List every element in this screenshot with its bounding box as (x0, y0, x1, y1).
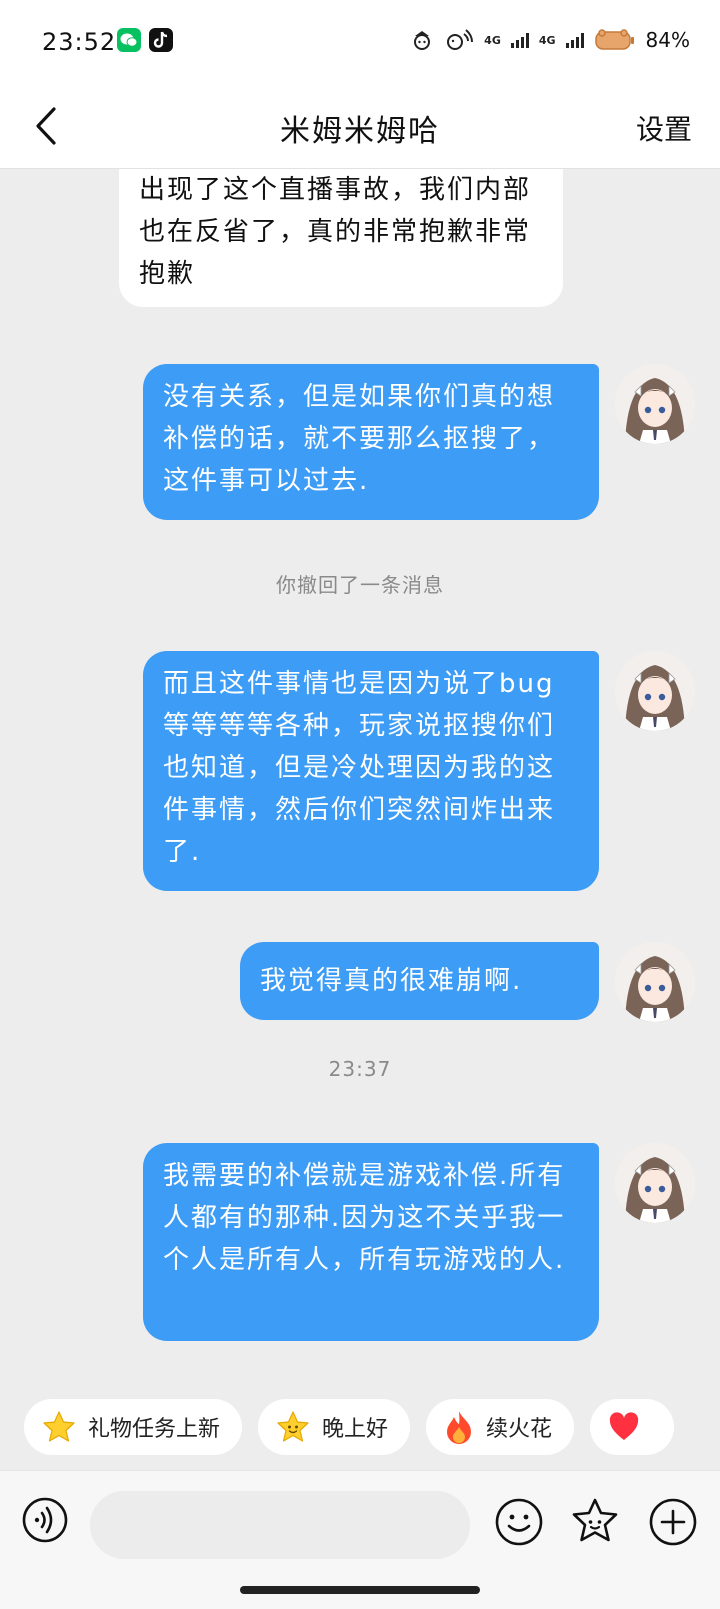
avatar-image (615, 364, 695, 444)
timestamp: 23:37 (328, 1057, 392, 1081)
fire-icon (447, 1411, 472, 1444)
avatar[interactable] (615, 942, 695, 1022)
plus-icon (649, 1498, 697, 1546)
input-bar (0, 1470, 720, 1609)
chip-label: 晚上好 (322, 1417, 389, 1442)
smiley-icon (495, 1498, 543, 1546)
message-bubble-outgoing[interactable]: 没有关系，但是如果你们真的想补偿的话，就不要那么抠搜了，这件事可以过去. (143, 364, 599, 520)
chat-header: 米姆米姆哈 设置 (0, 84, 720, 169)
voice-icon (22, 1497, 68, 1543)
home-indicator[interactable] (240, 1586, 480, 1594)
sticker-button[interactable] (570, 1497, 620, 1547)
message-bubble-incoming[interactable]: 出现了这个直播事故，我们内部也在反省了，真的非常抱歉非常抱歉 (119, 169, 563, 307)
hat-cat-icon (414, 31, 431, 50)
avatar-image (615, 942, 695, 1022)
voice-button[interactable] (22, 1497, 68, 1543)
avatar[interactable] (615, 364, 695, 444)
settings-button[interactable]: 设置 (636, 108, 692, 148)
tiktok-icon (149, 28, 173, 52)
chip-label: 续火花 (486, 1417, 553, 1442)
avatar-image (615, 651, 695, 731)
avatar-image (615, 1143, 695, 1223)
chip-label: 礼物任务上新 (88, 1417, 221, 1442)
emoji-button[interactable] (494, 1497, 544, 1547)
message-bubble-outgoing[interactable]: 我需要的补偿就是游戏补偿.所有人都有的那种.因为这不关乎我一个人是所有人，所有玩… (143, 1143, 599, 1341)
battery-icon (594, 29, 634, 50)
quick-reply-chips: 礼物任务上新 晚上好 续火花 (24, 1399, 675, 1455)
message-bubble-outgoing[interactable]: 而且这件事情也是因为说了bug等等等等各种，玩家说抠搜你们也知道，但是冷处理因为… (143, 651, 599, 891)
chip-good-evening[interactable]: 晚上好 (258, 1399, 411, 1455)
message-bubble-outgoing[interactable]: 我觉得真的很难崩啊. (240, 942, 599, 1020)
smiling-star-icon (277, 1411, 309, 1442)
message-input[interactable] (90, 1491, 470, 1559)
status-icons: 4G 4G 84% (410, 26, 690, 54)
avatar[interactable] (615, 1143, 695, 1223)
recall-notice: 你撤回了一条消息 (276, 573, 444, 597)
chip-gift-task[interactable]: 礼物任务上新 (24, 1399, 243, 1455)
more-button[interactable] (648, 1497, 698, 1547)
network-type-1: 4G (484, 33, 501, 47)
chat-title: 米姆米姆哈 (280, 114, 440, 149)
heart-icon (609, 1412, 639, 1440)
signal-bars-1 (510, 32, 529, 48)
chip-continue-spark[interactable]: 续火花 (426, 1399, 575, 1455)
chip-heart[interactable] (590, 1399, 675, 1455)
signal-bars-2 (565, 32, 584, 48)
network-type-2: 4G (538, 33, 556, 47)
alarm-wifi-icon (447, 29, 474, 50)
chat-messages[interactable]: 出现了这个直播事故，我们内部也在反省了，真的非常抱歉非常抱歉 没有关系，但是如果… (0, 169, 720, 1391)
avatar[interactable] (615, 651, 695, 731)
status-bar: 23:52 4G 4G 84% (0, 0, 720, 84)
battery-percent: 84% (645, 28, 690, 52)
star-icon (43, 1411, 75, 1442)
wechat-icon (117, 28, 141, 52)
status-time: 23:52 (42, 28, 117, 56)
star-face-icon (572, 1498, 618, 1542)
